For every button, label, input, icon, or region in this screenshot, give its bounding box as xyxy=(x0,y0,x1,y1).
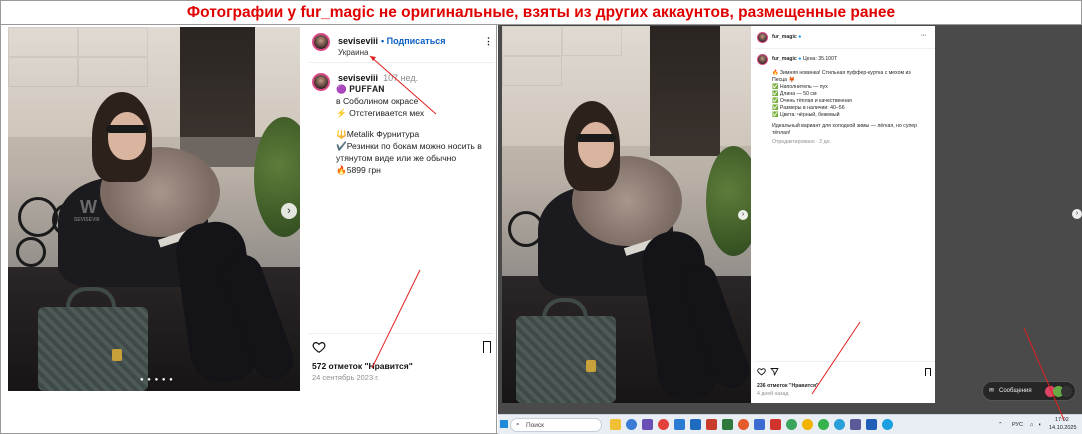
windows-taskbar: ⌕ Поиск ⌃ РУС ⌂ ◖ 17:02 14.10.2025 xyxy=(498,414,1082,434)
app-icon[interactable] xyxy=(850,419,861,430)
app-icon[interactable] xyxy=(786,419,797,430)
left-instagram-post: W SEVISEVIII › ● ● ● ● ● seviseviii • По… xyxy=(8,27,494,391)
edge-icon[interactable] xyxy=(882,419,893,430)
likes-count[interactable]: 236 отметок "Нравится" xyxy=(757,383,819,390)
caption-line: утянутом виде или же обычно xyxy=(336,153,457,163)
post-date: 24 сентябрь 2023 г. xyxy=(312,373,380,382)
app-icon[interactable] xyxy=(770,419,781,430)
header-divider xyxy=(755,48,935,49)
verified-icon: ● xyxy=(798,56,802,62)
right-instagram-post: › fur_magic ● ··· fur_magic ● Цена: 35.1… xyxy=(502,26,935,403)
edited-label: Отредактировано · 2 дн. xyxy=(772,139,831,145)
bookmark-icon[interactable] xyxy=(925,368,931,376)
messages-button[interactable]: ✉ Сообщения xyxy=(982,381,1076,401)
next-photo-arrow[interactable]: › xyxy=(281,203,297,219)
avatar[interactable] xyxy=(312,33,330,51)
username: fur_magic ● xyxy=(772,34,802,40)
panel-divider xyxy=(496,24,497,434)
caption-line: 🔥5899 грн xyxy=(336,165,381,175)
caption-line: 🟣 𝐏𝐔𝐅𝐅𝐀𝐍 xyxy=(336,84,385,94)
likes-count[interactable]: 572 отметок "Нравится" xyxy=(312,361,413,371)
caption-header: fur_magic ● Цена: 35.100Т xyxy=(772,56,838,62)
username[interactable]: seviseviii xyxy=(338,36,378,46)
app-icon[interactable] xyxy=(642,419,653,430)
app-icon[interactable] xyxy=(690,419,701,430)
more-options-icon[interactable]: ··· xyxy=(921,33,926,40)
clock-time[interactable]: 17:02 xyxy=(1055,417,1069,423)
right-post-photo[interactable]: › xyxy=(502,26,751,403)
caption-line: ✅ Цвета: чёрный, бежевый xyxy=(772,112,840,118)
caption-avatar[interactable] xyxy=(312,73,330,91)
windows-start-icon[interactable] xyxy=(500,420,508,428)
whatsapp-icon[interactable] xyxy=(818,419,829,430)
caption-line: Идеальный вариант для холодной зимы — лё… xyxy=(772,123,918,129)
language-indicator[interactable]: РУС xyxy=(1012,422,1023,428)
next-post-arrow[interactable]: › xyxy=(1072,209,1082,219)
watermark-text: SEVISEVIII xyxy=(74,217,100,223)
caption-avatar[interactable] xyxy=(757,54,768,65)
messages-icon: ✉ xyxy=(989,388,995,394)
left-post-header: seviseviii • Подписаться Украина ⋮ xyxy=(308,27,494,63)
next-photo-arrow[interactable]: › xyxy=(738,210,748,220)
post-date: 4 дней назад xyxy=(757,391,789,397)
volume-icon[interactable]: ◖ xyxy=(1038,422,1041,428)
app-icon[interactable] xyxy=(754,419,765,430)
app-icon[interactable] xyxy=(722,419,733,430)
more-options-icon[interactable]: ⋮ xyxy=(484,36,493,47)
taskbar-search[interactable]: ⌕ Поиск xyxy=(510,418,602,432)
app-icon[interactable] xyxy=(802,419,813,430)
actions-divider xyxy=(755,361,935,362)
left-post-side: seviseviii • Подписаться Украина ⋮ sevis… xyxy=(308,27,494,391)
clock-date[interactable]: 14.10.2025 xyxy=(1049,425,1077,431)
bookmark-icon[interactable] xyxy=(483,341,491,353)
app-icon[interactable] xyxy=(626,419,637,430)
verified-icon: ● xyxy=(798,34,802,40)
caption-line: ⚡ Отстегивается мех xyxy=(336,108,425,118)
headline: Фотографии у fur_magic не оригинальные, … xyxy=(186,4,896,21)
app-icon[interactable] xyxy=(866,419,877,430)
tray-up-arrow-icon[interactable]: ⌃ xyxy=(998,422,1003,428)
app-icon[interactable] xyxy=(674,419,685,430)
search-icon: ⌕ xyxy=(516,421,520,428)
avatar[interactable] xyxy=(757,32,768,43)
telegram-icon[interactable] xyxy=(834,419,845,430)
like-heart-icon[interactable] xyxy=(312,340,326,354)
left-post-photo[interactable]: W SEVISEVIII › ● ● ● ● ● xyxy=(8,27,300,391)
app-icon[interactable] xyxy=(738,419,749,430)
caption-line: в Соболином окрасе xyxy=(336,96,419,106)
like-heart-icon[interactable] xyxy=(757,367,766,376)
avatar xyxy=(1061,386,1072,397)
watermark-logo: W xyxy=(80,197,97,217)
location[interactable]: Украина xyxy=(338,48,368,57)
right-post-side: fur_magic ● ··· fur_magic ● Цена: 35.100… xyxy=(755,26,935,403)
app-icon[interactable] xyxy=(658,419,669,430)
app-icon[interactable] xyxy=(706,419,717,430)
right-screenshot: › fur_magic ● ··· fur_magic ● Цена: 35.1… xyxy=(498,25,1082,434)
share-icon[interactable] xyxy=(770,367,779,376)
caption-line: ✔️Резинки по бокам можно носить в xyxy=(336,141,482,151)
network-icon[interactable]: ⌂ xyxy=(1030,422,1033,428)
caption-username: seviseviii 107 нед. xyxy=(338,73,419,83)
caption-line: 🔱Metalik Фурнитура xyxy=(336,129,420,139)
caption-line: тёплая! xyxy=(772,130,791,136)
app-icon[interactable] xyxy=(610,419,621,430)
follow-button[interactable]: • Подписаться xyxy=(381,36,446,46)
actions-divider xyxy=(308,333,494,334)
carousel-dots: ● ● ● ● ● xyxy=(140,377,174,383)
